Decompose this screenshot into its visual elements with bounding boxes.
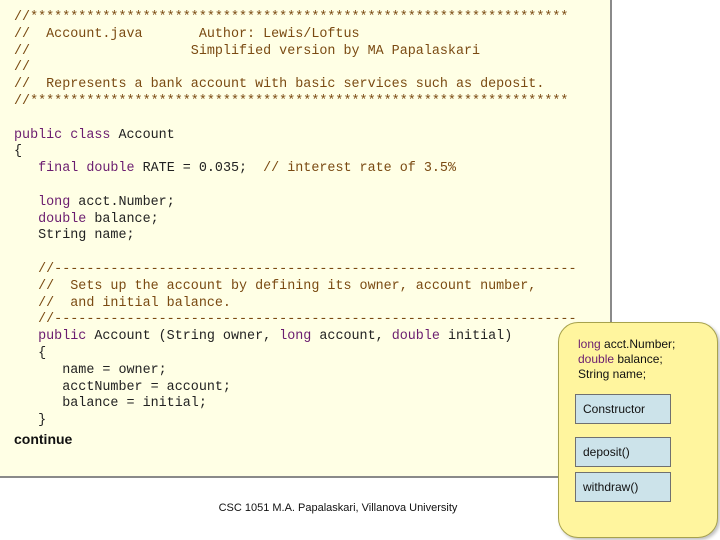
slide-footer: CSC 1051 M.A. Papalaskari, Villanova Uni… xyxy=(218,502,458,514)
code-text: acct.Number; xyxy=(70,194,175,210)
code-text: Account xyxy=(110,127,175,143)
code-comment: // Account.java Author: Lewis/Loftus xyxy=(14,26,360,42)
code-text: initial) xyxy=(439,329,513,345)
code-panel: //**************************************… xyxy=(0,0,612,478)
class-card-fields: long acct.Number; double balance; String… xyxy=(578,337,675,382)
code-line: //**************************************… xyxy=(14,94,577,111)
code-keyword: final double xyxy=(38,161,135,177)
card-field-type: double xyxy=(578,352,615,366)
code-text: { xyxy=(14,144,23,160)
code-comment: // Represents a bank account with basic … xyxy=(14,77,545,93)
code-line: long acct.Number; xyxy=(14,195,577,212)
code-line: public class Account xyxy=(14,128,577,145)
code-line: double balance; xyxy=(14,212,577,229)
code-comment: // xyxy=(14,60,31,76)
card-field-name: String name; xyxy=(578,367,647,381)
constructor-box: Constructor xyxy=(575,394,671,424)
code-line: // Represents a bank account with basic … xyxy=(14,77,577,94)
code-text: account, xyxy=(311,329,392,345)
code-line: { xyxy=(14,346,577,363)
code-keyword: long xyxy=(38,194,71,210)
code-line: } xyxy=(14,413,577,430)
code-comment: // and initial balance. xyxy=(14,295,231,311)
card-field: double balance; xyxy=(578,352,675,367)
continue-label: continue xyxy=(14,431,73,447)
card-field-type: long xyxy=(578,337,601,351)
code-keyword: long xyxy=(279,329,312,345)
code-line: public Account (String owner, long accou… xyxy=(14,329,577,346)
code-text: RATE = 0.035; xyxy=(134,161,264,177)
code-comment: //--------------------------------------… xyxy=(14,312,577,328)
code-text: name = owner; xyxy=(14,362,167,378)
code-keyword: public xyxy=(38,329,87,345)
code-comment: //**************************************… xyxy=(14,10,569,25)
code-line: // and initial balance. xyxy=(14,296,577,313)
code-comment: //--------------------------------------… xyxy=(14,261,577,277)
code-text: acctNumber = account; xyxy=(14,379,231,395)
code-keyword: double xyxy=(38,211,87,227)
code-listing: //**************************************… xyxy=(14,10,577,430)
withdraw-method-box: withdraw() xyxy=(575,472,671,502)
code-text: } xyxy=(14,413,47,429)
code-comment: //**************************************… xyxy=(14,93,569,109)
code-line: // Simplified version by MA Papalaskari xyxy=(14,44,577,61)
code-line: // Sets up the account by defining its o… xyxy=(14,279,577,296)
code-line: final double RATE = 0.035; // interest r… xyxy=(14,161,577,178)
code-line: String name; xyxy=(14,228,577,245)
code-text: balance = initial; xyxy=(14,396,207,412)
code-line: //**************************************… xyxy=(14,10,577,27)
code-line: { xyxy=(14,144,577,161)
code-comment: // Sets up the account by defining its o… xyxy=(14,278,537,294)
code-line: //--------------------------------------… xyxy=(14,312,577,329)
code-line: balance = initial; xyxy=(14,396,577,413)
code-line: // xyxy=(14,60,577,77)
deposit-method-box: deposit() xyxy=(575,437,671,467)
code-line: //--------------------------------------… xyxy=(14,261,577,279)
code-text: { xyxy=(14,345,47,361)
code-text: Account (String owner, xyxy=(86,329,280,345)
code-keyword: double xyxy=(391,329,440,345)
card-field: String name; xyxy=(578,367,675,382)
code-text: String name; xyxy=(14,228,135,244)
code-comment: // interest rate of 3.5% xyxy=(263,161,456,177)
code-comment: // Simplified version by MA Papalaskari xyxy=(14,43,481,59)
card-field-name: balance; xyxy=(614,352,663,366)
card-field-name: acct.Number; xyxy=(600,337,676,351)
code-line: acctNumber = account; xyxy=(14,380,577,397)
code-text: balance; xyxy=(86,211,159,227)
card-field: long acct.Number; xyxy=(578,337,675,352)
code-keyword: public class xyxy=(14,127,111,143)
code-line: // Account.java Author: Lewis/Loftus xyxy=(14,27,577,44)
code-line: name = owner; xyxy=(14,363,577,380)
